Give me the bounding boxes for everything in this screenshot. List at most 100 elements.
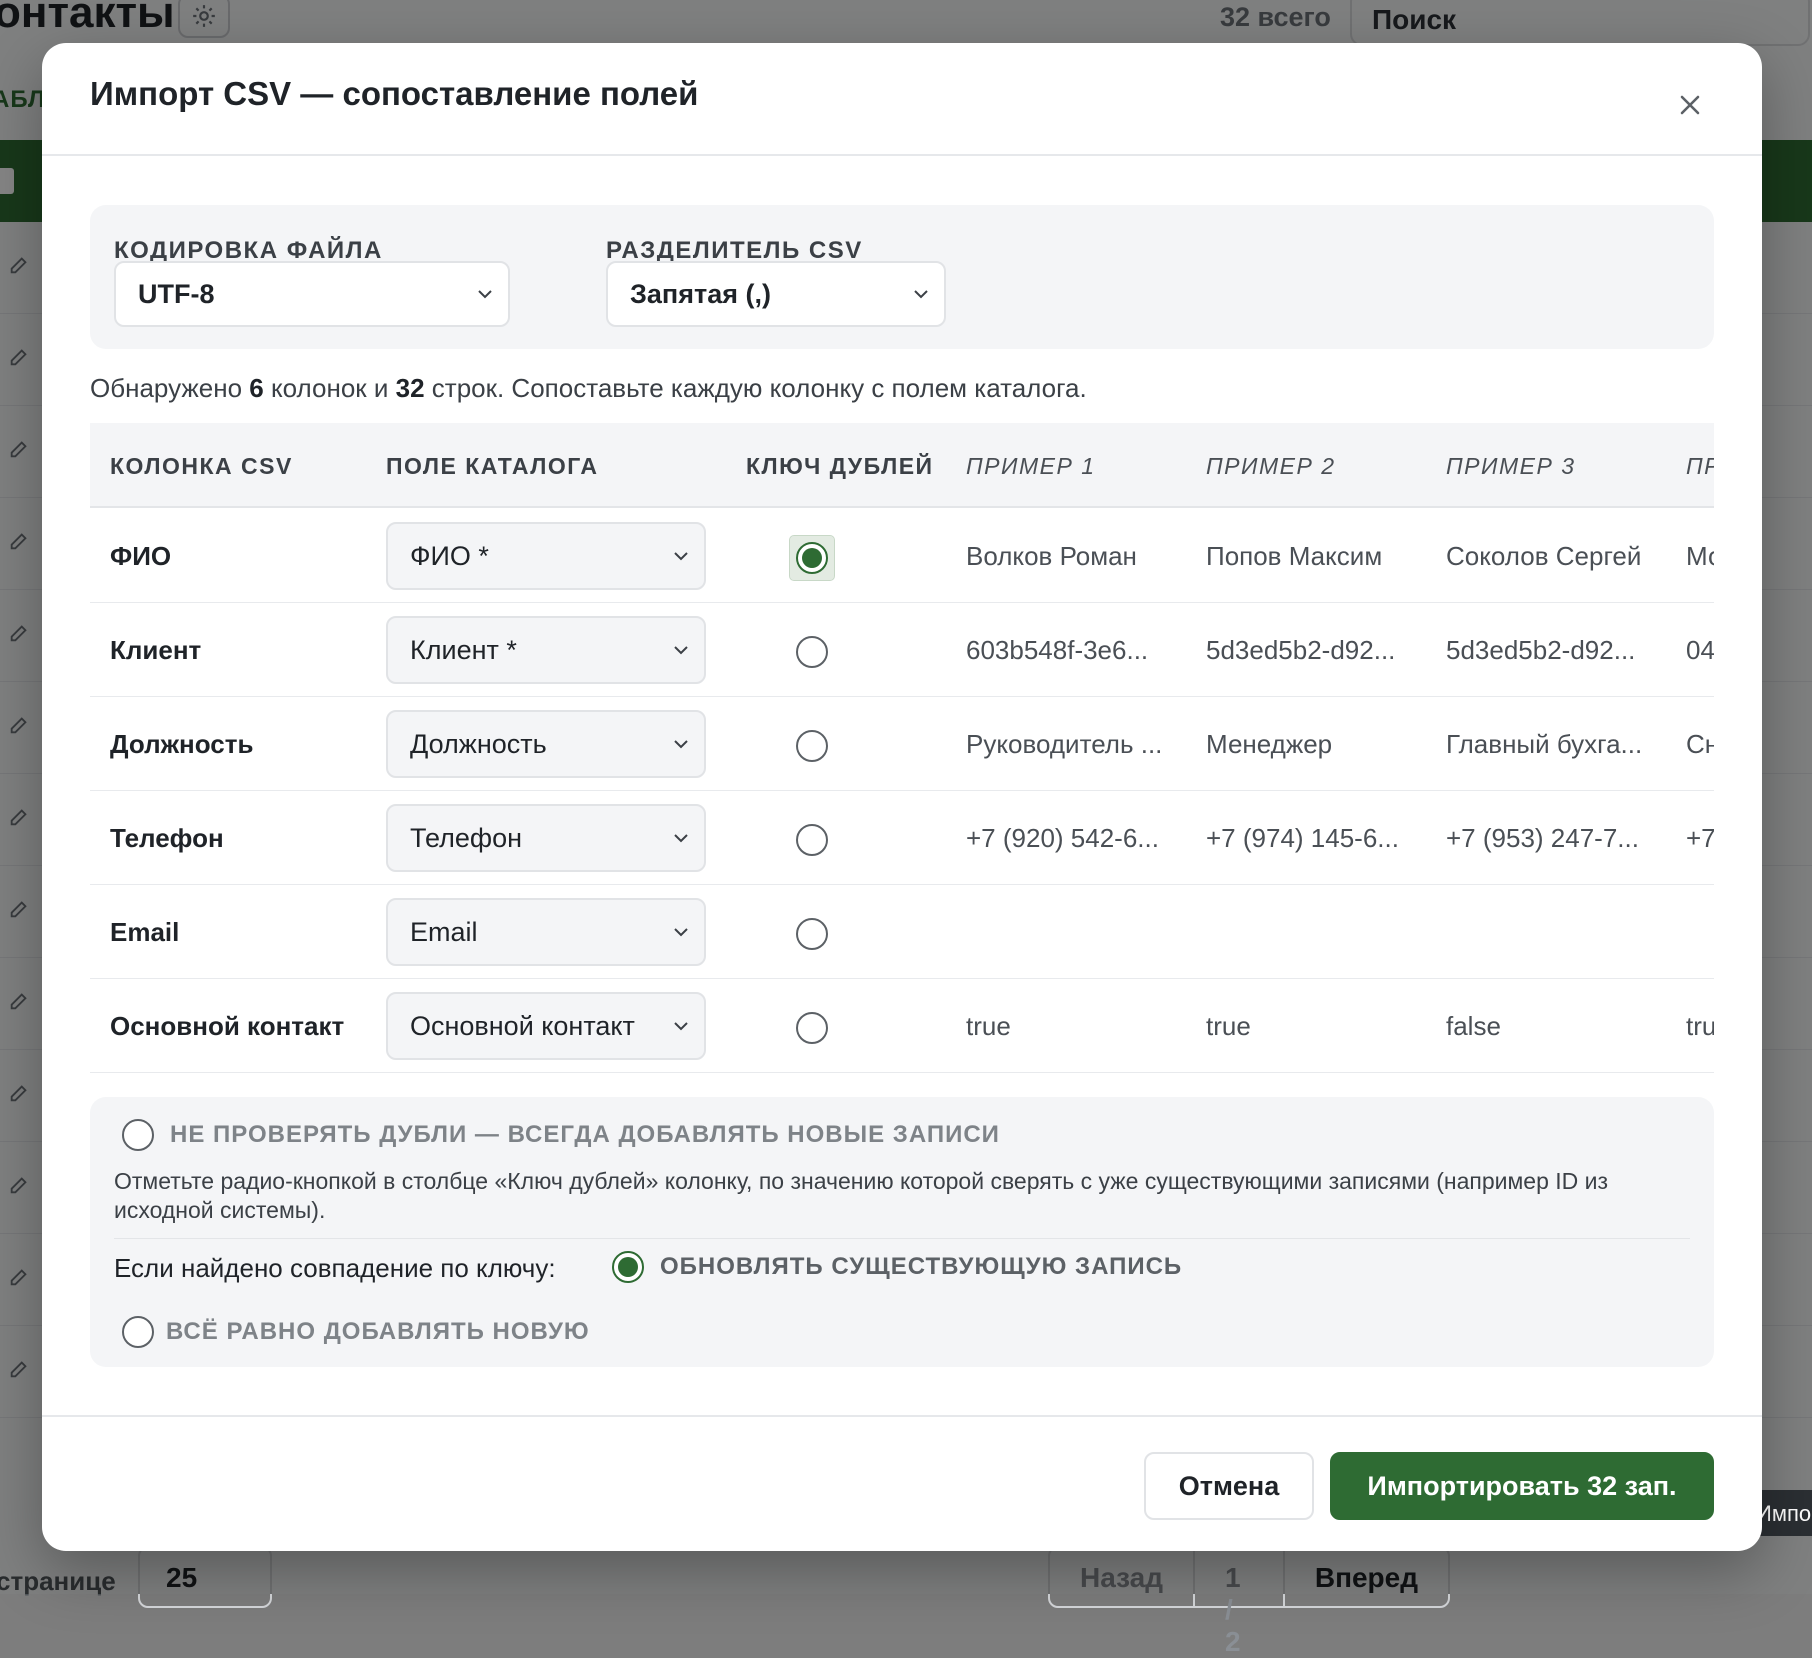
csv-column-name: Клиент	[110, 634, 202, 665]
dup-key-cell	[789, 535, 835, 581]
add-new-anyway-option[interactable]: ВСЁ РАВНО ДОБАВЛЯТЬ НОВУЮ	[122, 1316, 590, 1348]
example-value: false	[1446, 1010, 1501, 1041]
duplicates-panel: НЕ ПРОВЕРЯТЬ ДУБЛИ — ВСЕГДА ДОБАВЛЯТЬ НО…	[90, 1097, 1714, 1367]
cancel-button[interactable]: Отмена	[1144, 1452, 1314, 1520]
example-value: Сн	[1686, 728, 1714, 759]
dialog-title: Импорт CSV — сопоставление полей	[90, 75, 699, 112]
catalog-field-value: Email	[410, 916, 478, 947]
header-dup-key: КЛЮЧ ДУБЛЕЙ	[746, 453, 934, 479]
chevron-down-icon	[914, 290, 928, 299]
csv-column-name: Email	[110, 916, 180, 947]
example-value: 04	[1686, 634, 1714, 665]
example-value: Попов Максим	[1206, 540, 1383, 571]
csv-column-name: ФИО	[110, 540, 172, 571]
example-value: 5d3ed5b2-d92...	[1206, 634, 1396, 665]
table-row: ФИО ФИО * Волков Роман Попов Максим Соколов …	[90, 509, 1714, 603]
example-value: 603b548f-3e6...	[966, 634, 1149, 665]
delimiter-select[interactable]: Запятая (,)	[606, 261, 946, 327]
update-existing-option[interactable]: ОБНОВЛЯТЬ СУЩЕСТВУЮЩУЮ ЗАПИСЬ	[612, 1251, 1182, 1283]
example-value: Руководитель ...	[966, 728, 1163, 759]
example-value: true	[966, 1010, 1011, 1041]
chevron-down-icon	[674, 646, 688, 655]
dialog-header: Импорт CSV — сопоставление полей	[42, 43, 1762, 156]
update-existing-label: ОБНОВЛЯТЬ СУЩЕСТВУЮЩУЮ ЗАПИСЬ	[660, 1253, 1183, 1280]
encoding-value: UTF-8	[138, 278, 215, 309]
catalog-field-select[interactable]: Должность	[386, 710, 706, 778]
example-value: Соколов Сергей	[1446, 540, 1642, 571]
catalog-field-value: ФИО *	[410, 540, 489, 571]
add-new-anyway-radio[interactable]	[122, 1316, 154, 1348]
catalog-field-select[interactable]: ФИО *	[386, 522, 706, 590]
header-example-2: ПРИМЕР 2	[1206, 453, 1336, 479]
table-row: Должность Должность Руководитель ... Менедж…	[90, 697, 1714, 791]
catalog-field-value: Телефон	[410, 822, 523, 853]
dup-key-radio[interactable]	[796, 542, 828, 574]
dup-key-radio[interactable]	[796, 1012, 828, 1044]
rows-count: 32	[395, 373, 425, 403]
dup-key-cell	[790, 818, 834, 862]
dup-key-radio[interactable]	[796, 918, 828, 950]
example-value: +7 (953) 247-7...	[1446, 822, 1639, 853]
table-row: Клиент Клиент * 603b548f-3e6... 5d3ed5b2-d9…	[90, 603, 1714, 697]
divider	[114, 1238, 1690, 1239]
example-value: +7 (974) 145-6...	[1206, 822, 1399, 853]
header-catalog-field: ПОЛЕ КАТАЛОГА	[386, 453, 599, 479]
dup-key-radio[interactable]	[796, 636, 828, 668]
dup-key-cell	[790, 912, 834, 956]
example-value	[1206, 885, 1406, 979]
catalog-field-value: Должность	[410, 728, 547, 759]
add-new-anyway-label: ВСЁ РАВНО ДОБАВЛЯТЬ НОВУЮ	[166, 1318, 590, 1345]
dup-key-cell	[790, 1006, 834, 1050]
chevron-down-icon	[478, 290, 492, 299]
delimiter-value: Запятая (,)	[630, 278, 771, 309]
table-row: Email Email	[90, 885, 1714, 979]
catalog-field-select[interactable]: Email	[386, 898, 706, 966]
table-row: Основной контакт Основной контакт true true…	[90, 979, 1714, 1073]
catalog-field-select[interactable]: Основной контакт	[386, 992, 706, 1060]
example-value: Главный бухга...	[1446, 728, 1643, 759]
no-dup-check-radio[interactable]	[122, 1119, 154, 1151]
example-value	[1686, 885, 1714, 979]
no-dup-check-option[interactable]: НЕ ПРОВЕРЯТЬ ДУБЛИ — ВСЕГДА ДОБАВЛЯТЬ НО…	[122, 1119, 1000, 1151]
header-example-1: ПРИМЕР 1	[966, 453, 1096, 479]
example-value: tru	[1686, 1010, 1714, 1041]
import-button[interactable]: Импортировать 32 зап.	[1330, 1452, 1714, 1520]
close-icon	[1680, 95, 1700, 115]
chevron-down-icon	[674, 1022, 688, 1031]
example-value: true	[1206, 1010, 1251, 1041]
dup-key-cell	[790, 630, 834, 674]
dup-key-radio[interactable]	[796, 824, 828, 856]
import-csv-dialog: Импорт CSV — сопоставление полей КОДИРОВ…	[42, 43, 1762, 1551]
update-existing-radio[interactable]	[612, 1251, 644, 1283]
example-value: 5d3ed5b2-d92...	[1446, 634, 1636, 665]
example-value: +7	[1686, 822, 1714, 853]
field-mapping-table: КОЛОНКА CSV ПОЛЕ КАТАЛОГА КЛЮЧ ДУБЛЕЙ ПР…	[90, 423, 1714, 1077]
detection-summary: Обнаружено 6 колонок и 32 строк. Сопоста…	[90, 373, 1087, 403]
example-value	[966, 885, 1166, 979]
close-button[interactable]	[1670, 85, 1710, 125]
catalog-field-value: Основной контакт	[410, 1010, 635, 1041]
dup-key-radio[interactable]	[796, 730, 828, 762]
example-value: +7 (920) 542-6...	[966, 822, 1159, 853]
example-value: Мо	[1686, 540, 1714, 571]
catalog-field-select[interactable]: Клиент *	[386, 616, 706, 684]
header-example-3: ПРИМЕР 3	[1446, 453, 1576, 479]
chevron-down-icon	[674, 834, 688, 843]
chevron-down-icon	[674, 928, 688, 937]
dup-key-cell	[790, 724, 834, 768]
match-label: Если найдено совпадение по ключу:	[114, 1253, 556, 1283]
catalog-field-select[interactable]: Телефон	[386, 804, 706, 872]
example-value: Волков Роман	[966, 540, 1137, 571]
csv-column-name: Основной контакт	[110, 1010, 345, 1041]
header-example-4: ПР	[1686, 453, 1714, 479]
example-value	[1446, 885, 1646, 979]
csv-column-name: Должность	[110, 728, 254, 759]
encoding-select[interactable]: UTF-8	[114, 261, 510, 327]
catalog-field-value: Клиент *	[410, 634, 517, 665]
columns-count: 6	[249, 373, 264, 403]
no-dup-check-label: НЕ ПРОВЕРЯТЬ ДУБЛИ — ВСЕГДА ДОБАВЛЯТЬ НО…	[170, 1121, 1000, 1148]
header-csv-column: КОЛОНКА CSV	[110, 453, 293, 479]
example-value: Менеджер	[1206, 728, 1333, 759]
table-header: КОЛОНКА CSV ПОЛЕ КАТАЛОГА КЛЮЧ ДУБЛЕЙ ПР…	[90, 423, 1714, 508]
chevron-down-icon	[674, 552, 688, 561]
